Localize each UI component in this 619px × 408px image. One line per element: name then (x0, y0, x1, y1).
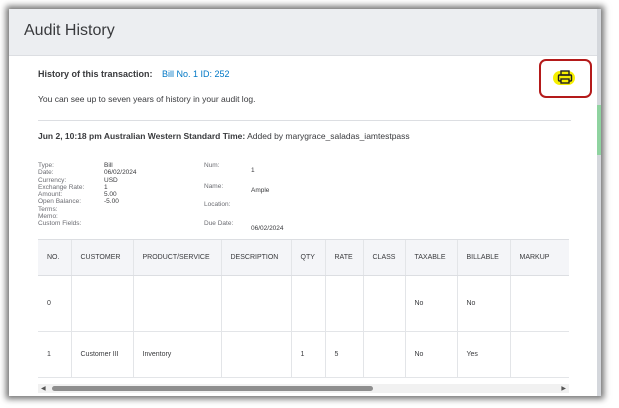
history-note: You can see up to seven years of history… (38, 94, 256, 104)
field-label: Type: (38, 162, 54, 169)
field-value: 1 (104, 183, 108, 191)
field-label: Currency: (38, 176, 67, 184)
due-date-value: 06/02/2024 (251, 225, 284, 232)
table-cell (133, 275, 222, 332)
audit-content: History of this transaction: Bill No. 1 … (9, 56, 597, 396)
column-header[interactable]: TAXABLE (405, 240, 458, 276)
table-cell: Customer III (71, 331, 134, 378)
field-label: Date: (38, 169, 54, 177)
name-value: Ample (251, 187, 270, 194)
field-label: Terms: (38, 205, 58, 213)
table-cell: Inventory (133, 331, 222, 378)
transaction-link[interactable]: Bill No. 1 ID: 252 (162, 69, 230, 79)
table-cell (363, 275, 406, 332)
field-value: USD (104, 176, 118, 184)
table-cell: 1 (38, 331, 72, 378)
field-value: 5.00 (104, 191, 117, 199)
field-label: Memo: (38, 213, 58, 221)
field-labels: Type: Date: Currency: Exchange Rate: Amo… (38, 162, 84, 228)
table-cell: 1 (291, 331, 326, 378)
table-cell: No (405, 331, 458, 378)
column-header[interactable]: CUSTOMER (71, 240, 134, 276)
entry-timestamp: Jun 2, 10:18 pm Australian Western Stand… (38, 131, 246, 141)
field-label: Open Balance: (38, 198, 82, 206)
entry-added-by: Added by marygrace_saladas_iamtestpass (247, 131, 410, 141)
table-cell: No (457, 275, 511, 332)
audit-history-window: Audit History History of this transactio… (9, 9, 601, 396)
field-label: Custom Fields: (38, 220, 82, 228)
table-cell (221, 275, 292, 332)
table-cell (510, 275, 569, 332)
column-header[interactable]: CLASS (363, 240, 406, 276)
column-header[interactable]: PRODUCT/SERVICE (133, 240, 222, 276)
table-cell: No (405, 275, 458, 332)
column-header[interactable]: MARKUP (510, 240, 569, 276)
table-cell (363, 331, 406, 378)
column-header[interactable]: RATE (325, 240, 364, 276)
column-header[interactable]: NO. (38, 240, 72, 276)
scroll-left-icon[interactable]: ◀ (41, 385, 46, 392)
column-header[interactable]: QTY (291, 240, 326, 276)
column-header[interactable]: BILLABLE (457, 240, 511, 276)
field-label: Exchange Rate: (38, 183, 85, 191)
header-bar: Audit History (9, 9, 597, 56)
table-header-row: NO. CUSTOMER PRODUCT/SERVICE DESCRIPTION… (38, 240, 569, 276)
field-value: -5.00 (104, 198, 119, 206)
section-divider (38, 120, 571, 121)
transaction-label: History of this transaction: (38, 69, 153, 79)
name-label: Name: (204, 183, 224, 190)
line-items-table: NO. CUSTOMER PRODUCT/SERVICE DESCRIPTION… (38, 239, 569, 383)
vertical-scrollbar[interactable] (597, 9, 601, 396)
table-cell (221, 331, 292, 378)
due-date-label: Due Date: (204, 220, 234, 227)
table-row: 1 Customer III Inventory 1 5 No Yes (38, 331, 569, 378)
page-title: Audit History (24, 22, 115, 39)
print-button[interactable] (539, 59, 592, 98)
location-label: Location: (204, 201, 231, 208)
table-cell: Yes (457, 331, 511, 378)
field-value: 06/02/2024 (104, 169, 137, 177)
field-label: Amount: (38, 191, 63, 199)
table-row: 0 No No (38, 275, 569, 332)
scroll-right-icon[interactable]: ▶ (561, 385, 566, 392)
vertical-scroll-thumb[interactable] (597, 105, 601, 155)
table-cell: 0 (38, 275, 72, 332)
horizontal-scroll-thumb[interactable] (52, 386, 373, 391)
table-cell: 5 (325, 331, 364, 378)
column-header[interactable]: DESCRIPTION (221, 240, 292, 276)
table-cell (71, 275, 134, 332)
table-cell (291, 275, 326, 332)
num-label: Num: (204, 162, 220, 169)
field-values: Bill 06/02/2024 USD 1 5.00 -5.00 (104, 162, 137, 206)
table-cell (510, 331, 569, 378)
horizontal-scrollbar[interactable]: ◀ ▶ (38, 384, 569, 393)
num-value: 1 (251, 167, 255, 174)
entry-header: Jun 2, 10:18 pm Australian Western Stand… (38, 131, 410, 141)
table-cell (325, 275, 364, 332)
printer-icon (557, 70, 573, 84)
field-value: Bill (104, 162, 113, 169)
